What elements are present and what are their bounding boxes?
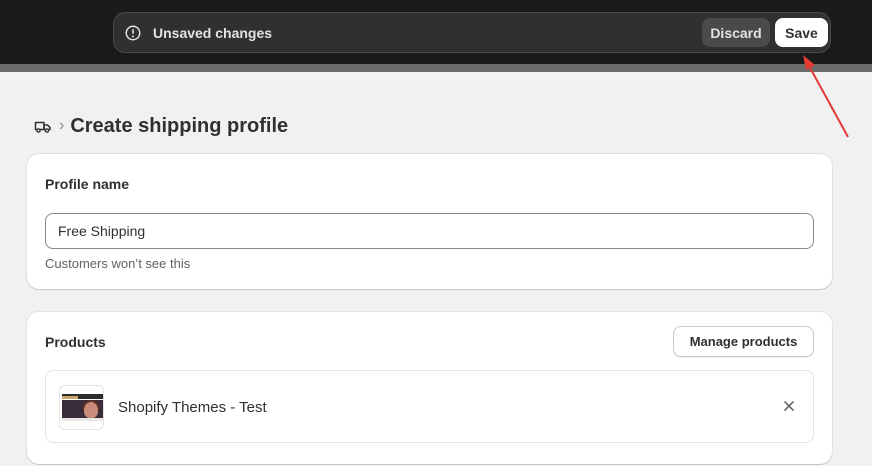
profile-name-help-text: Customers won’t see this: [45, 256, 191, 271]
page-title: Create shipping profile: [70, 114, 289, 137]
contextual-save-bar: Unsaved changes Discard Save: [113, 12, 831, 53]
unsaved-changes-message: Unsaved changes: [153, 25, 273, 41]
top-bar-divider: [0, 64, 872, 72]
chevron-right-icon: ›: [59, 117, 65, 134]
manage-products-button[interactable]: Manage products: [673, 326, 814, 357]
products-card: Products Manage products Shopify Themes …: [27, 312, 832, 464]
truck-icon[interactable]: [33, 116, 53, 136]
product-name: Shopify Themes - Test: [118, 399, 267, 416]
alert-circle-icon: [125, 25, 141, 41]
profile-name-heading: Profile name: [45, 176, 130, 192]
profile-name-input[interactable]: [45, 213, 814, 249]
close-icon[interactable]: [780, 397, 798, 415]
products-heading: Products: [45, 334, 106, 350]
product-list-item: Shopify Themes - Test: [45, 370, 814, 443]
discard-button[interactable]: Discard: [702, 18, 770, 47]
save-button[interactable]: Save: [775, 18, 828, 47]
profile-name-card: Profile name Customers won’t see this: [27, 154, 832, 289]
breadcrumb: › Create shipping profile: [33, 113, 288, 139]
product-thumbnail: [59, 385, 104, 430]
